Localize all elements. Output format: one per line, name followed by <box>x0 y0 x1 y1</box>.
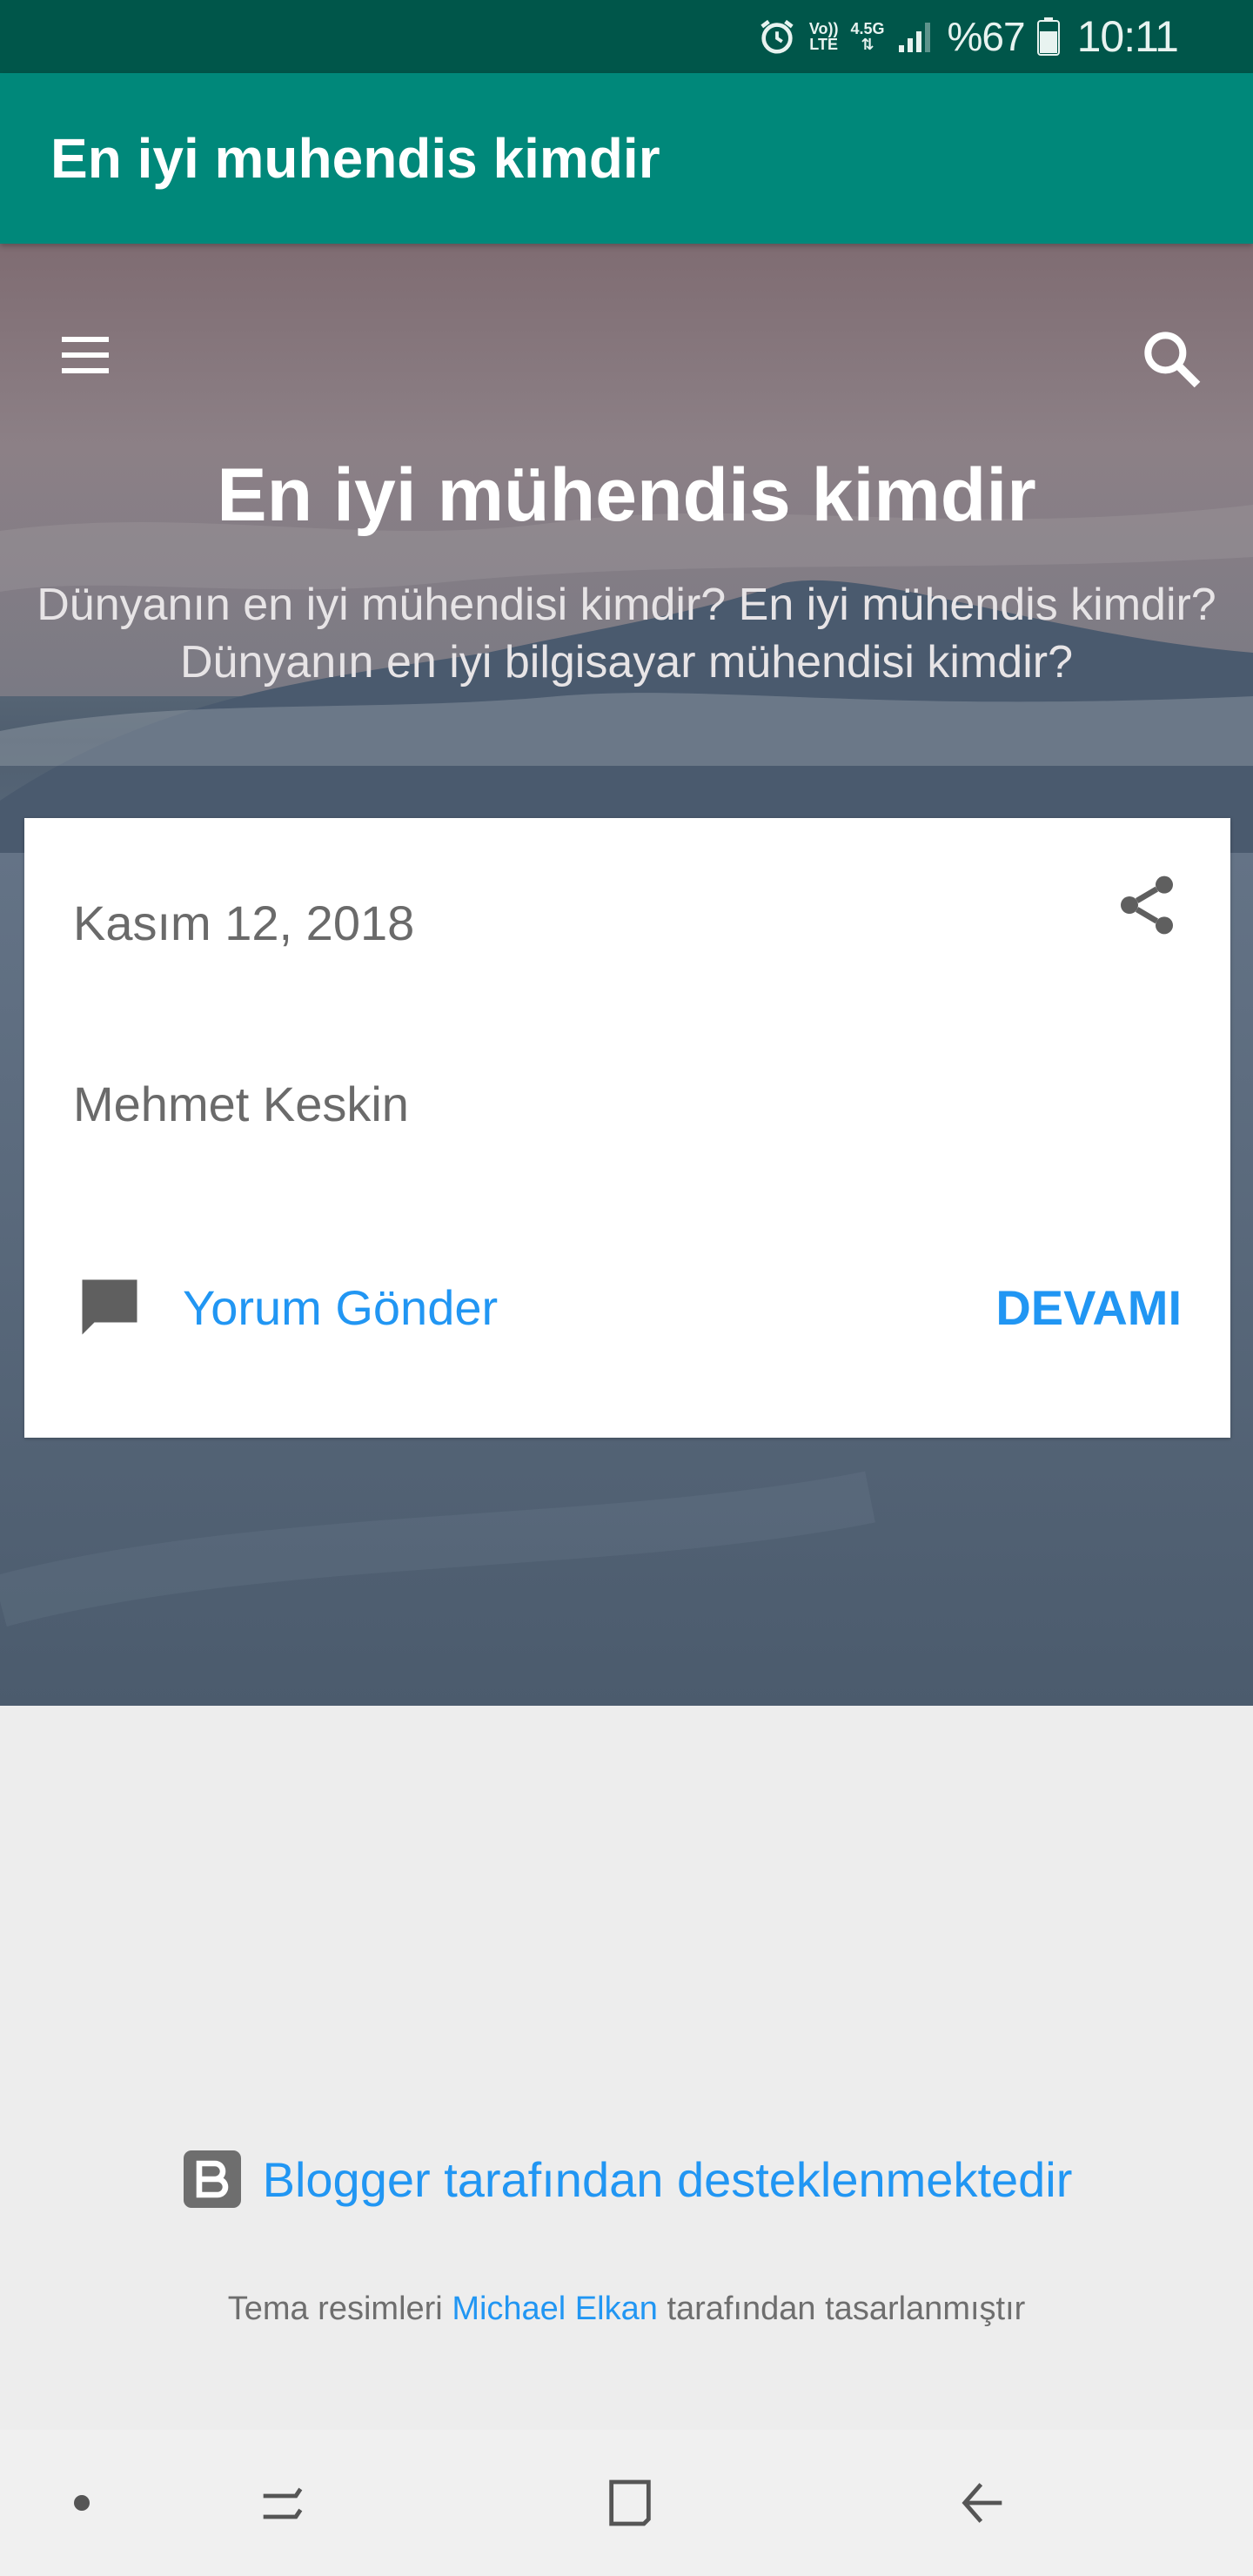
powered-by-text: Blogger tarafından desteklenmektedir <box>262 2151 1073 2207</box>
status-icons: Vo)) LTE 4.5G ⇅ %67 10:11 <box>757 0 1179 73</box>
comment-icon[interactable] <box>73 1271 146 1344</box>
data-arrows-icon: ⇅ <box>861 36 874 53</box>
search-button[interactable] <box>1136 324 1206 393</box>
volte-bottom-text: LTE <box>809 36 838 53</box>
read-more-link[interactable]: DEVAMI <box>995 1279 1182 1336</box>
home-button[interactable] <box>588 2461 672 2545</box>
share-button[interactable] <box>1112 870 1182 940</box>
nav-dot-button[interactable] <box>40 2461 124 2545</box>
footer: Blogger tarafından desteklenmektedir Tem… <box>0 1706 1253 2430</box>
blogger-icon <box>183 2150 241 2208</box>
post-date[interactable]: Kasım 12, 2018 <box>73 895 414 951</box>
menu-icon <box>62 337 109 373</box>
menu-button[interactable] <box>54 324 117 386</box>
credits-prefix: Tema resimleri <box>227 2291 443 2327</box>
network-type-text: 4.5G <box>850 20 885 37</box>
recent-apps-icon <box>263 2487 303 2519</box>
post-comment-link[interactable]: Yorum Gönder <box>183 1279 498 1336</box>
credits-suffix: tarafından tasarlanmıştır <box>667 2291 1026 2327</box>
dot-icon <box>74 2495 90 2511</box>
signal-icon <box>897 19 935 54</box>
back-button[interactable] <box>941 2461 1025 2545</box>
battery-percent: %67 <box>947 14 1026 59</box>
share-icon <box>1121 875 1173 935</box>
powered-by-blogger[interactable]: Blogger tarafından desteklenmektedir <box>0 2148 1253 2210</box>
post-title[interactable]: Mehmet Keskin <box>73 1076 409 1132</box>
recent-apps-button[interactable] <box>240 2461 324 2545</box>
home-icon <box>609 2479 651 2526</box>
theme-credits: Tema resimleri Michael Elkan tarafından … <box>0 2291 1253 2328</box>
system-nav-bar <box>0 2430 1253 2576</box>
clock: 10:11 <box>1076 12 1179 61</box>
app-title: En iyi muhendis kimdir <box>50 127 660 190</box>
status-bar: Vo)) LTE 4.5G ⇅ %67 10:11 <box>0 0 1253 73</box>
post-card: Kasım 12, 2018 Mehmet Keskin Yorum Gönde… <box>24 818 1230 1438</box>
search-icon <box>1144 332 1201 388</box>
blog-description: Dünyanın en iyi mühendisi kimdir? En iyi… <box>37 580 1216 688</box>
app-bar: En iyi muhendis kimdir <box>0 73 1253 244</box>
network-indicator: 4.5G ⇅ <box>850 21 884 52</box>
volte-indicator: Vo)) LTE <box>809 21 839 52</box>
battery-icon <box>1036 17 1060 56</box>
credits-author-link[interactable]: Michael Elkan <box>452 2291 658 2327</box>
blog-header: En iyi mühendis kimdir Dünyanın en iyi m… <box>0 244 1253 1706</box>
blog-title[interactable]: En iyi mühendis kimdir <box>0 453 1253 539</box>
alarm-icon <box>757 17 797 57</box>
volte-top-text: Vo)) <box>808 20 839 37</box>
back-icon <box>962 2483 1002 2523</box>
